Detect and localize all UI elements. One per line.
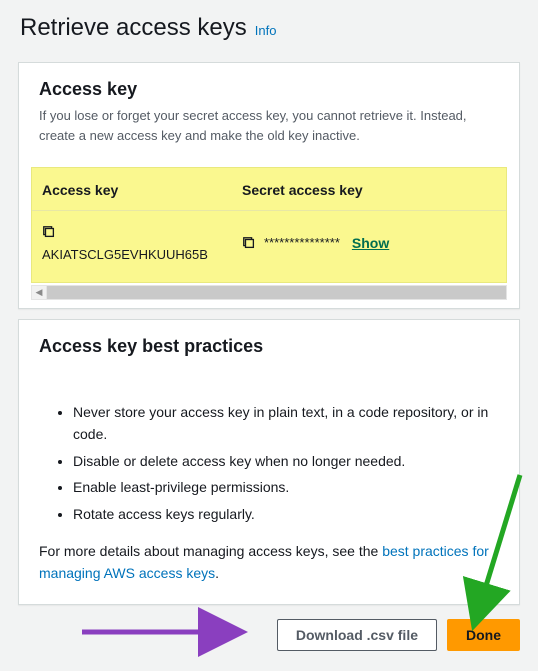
best-practices-title: Access key best practices — [39, 336, 499, 357]
horizontal-scrollbar[interactable]: ◀ — [31, 285, 507, 300]
scrollbar-thumb[interactable] — [47, 286, 506, 299]
access-key-panel: Access key If you lose or forget your se… — [18, 62, 520, 309]
copy-icon[interactable] — [42, 225, 56, 239]
col-header-secret: Secret access key — [242, 182, 496, 198]
best-practices-list: Never store your access key in plain tex… — [39, 401, 499, 525]
info-link[interactable]: Info — [255, 23, 277, 38]
best-practices-panel: Access key best practices Never store yo… — [18, 319, 520, 605]
access-key-value: AKIATSCLG5EVHKUUH65B — [42, 247, 242, 262]
col-header-access-key: Access key — [42, 182, 242, 198]
show-secret-link[interactable]: Show — [352, 235, 389, 251]
access-key-table: Access key Secret access key AKIATSCLG5E… — [31, 167, 507, 283]
list-item: Never store your access key in plain tex… — [73, 401, 499, 446]
secret-access-key-value: *************** — [264, 235, 340, 250]
download-csv-button[interactable]: Download .csv file — [277, 619, 437, 651]
table-row: AKIATSCLG5EVHKUUH65B *************** Sho… — [32, 211, 506, 282]
page-title: Retrieve access keys — [20, 14, 247, 42]
list-item: Enable least-privilege permissions. — [73, 476, 499, 498]
scrollbar-left-arrow-icon[interactable]: ◀ — [32, 286, 47, 299]
access-key-panel-title: Access key — [39, 79, 499, 100]
access-key-panel-desc: If you lose or forget your secret access… — [39, 106, 499, 145]
list-item: Rotate access keys regularly. — [73, 503, 499, 525]
details-prefix: For more details about managing access k… — [39, 543, 382, 559]
done-button[interactable]: Done — [447, 619, 520, 651]
details-suffix: . — [215, 565, 219, 581]
details-text: For more details about managing access k… — [39, 541, 499, 584]
copy-icon[interactable] — [242, 236, 256, 250]
footer-buttons: Download .csv file Done — [0, 615, 538, 669]
list-item: Disable or delete access key when no lon… — [73, 450, 499, 472]
